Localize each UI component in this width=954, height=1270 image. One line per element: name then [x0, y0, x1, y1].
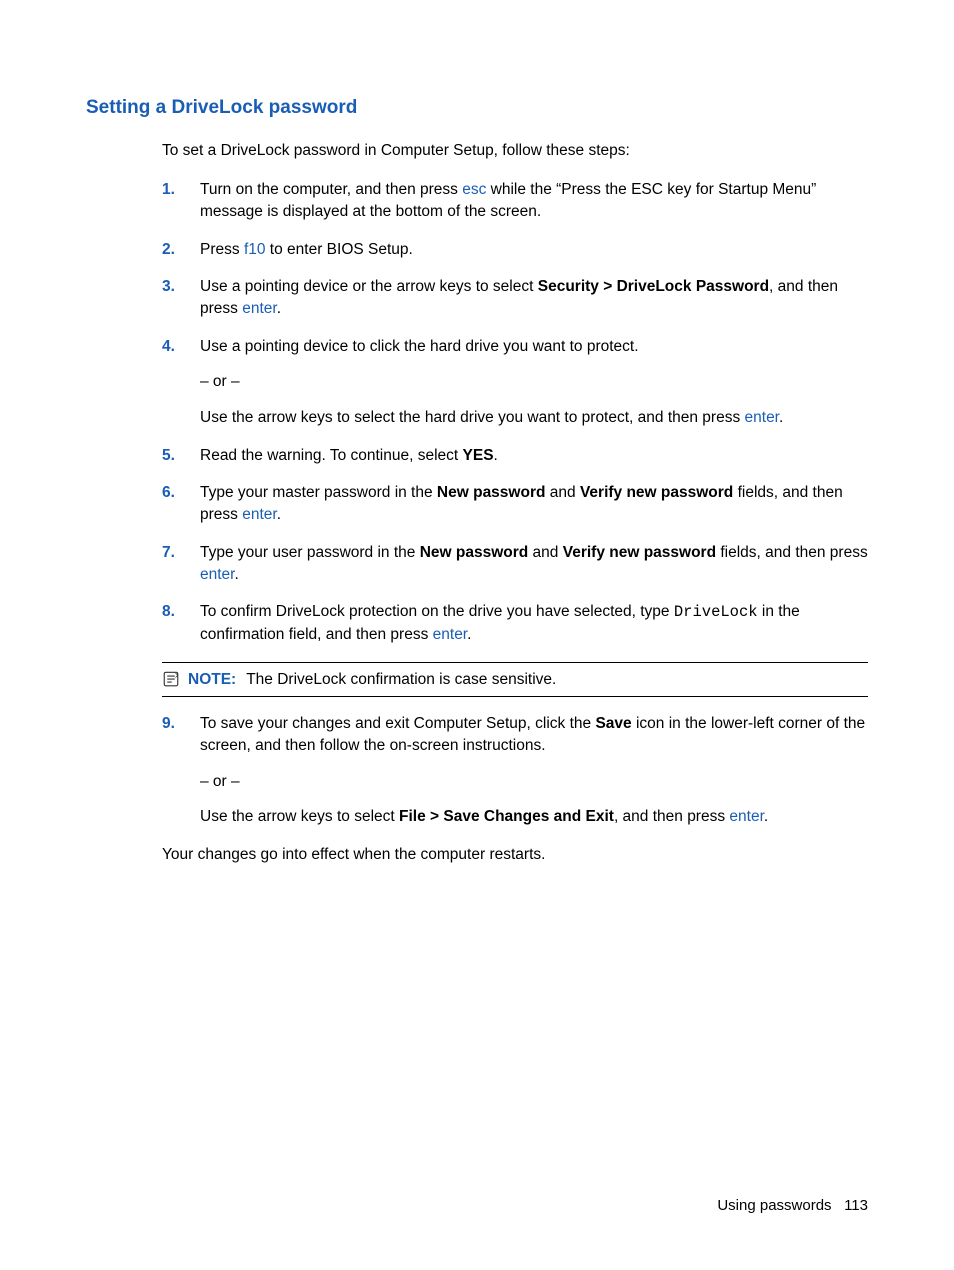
key-enter: enter [729, 808, 763, 825]
footer-section: Using passwords [717, 1197, 831, 1214]
key-enter: enter [242, 300, 276, 317]
step-number: 4. [162, 336, 175, 358]
footer-page-number: 113 [844, 1197, 868, 1214]
step-text: To save your changes and exit Computer S… [200, 713, 868, 756]
closing-paragraph: Your changes go into effect when the com… [162, 844, 868, 866]
steps-list: 1. Turn on the computer, and then press … [162, 179, 868, 645]
step-text: Use a pointing device or the arrow keys … [200, 278, 538, 295]
step-1: 1. Turn on the computer, and then press … [162, 179, 868, 222]
step-text: To confirm DriveLock protection on the d… [200, 603, 674, 620]
step-text: . [277, 300, 281, 317]
note-callout: NOTE: The DriveLock confirmation is case … [162, 662, 868, 698]
section-heading: Setting a DriveLock password [86, 95, 868, 122]
step-number: 9. [162, 713, 175, 735]
step-text: Press [200, 241, 244, 258]
step-number: 5. [162, 445, 175, 467]
or-separator: – or – [200, 771, 868, 793]
step-text: Use the arrow keys to select the hard dr… [200, 409, 745, 426]
key-f10: f10 [244, 241, 266, 258]
step-text: . [277, 506, 281, 523]
step-7: 7. Type your user password in the New pa… [162, 542, 868, 585]
field-name: New password [420, 544, 529, 561]
step-3: 3. Use a pointing device or the arrow ke… [162, 276, 868, 319]
step-text: and [528, 544, 562, 561]
step-8: 8. To confirm DriveLock protection on th… [162, 601, 868, 645]
key-enter: enter [200, 566, 234, 583]
step-text: To save your changes and exit Computer S… [200, 715, 595, 732]
step-text: Type your user password in the [200, 544, 420, 561]
step-5: 5. Read the warning. To continue, select… [162, 445, 868, 467]
step-6: 6. Type your master password in the New … [162, 482, 868, 525]
menu-path: File > Save Changes and Exit [399, 808, 614, 825]
step-number: 2. [162, 239, 175, 261]
note-body: NOTE: The DriveLock confirmation is case … [188, 669, 556, 691]
step-text: . [467, 626, 471, 643]
step-number: 8. [162, 601, 175, 623]
step-number: 6. [162, 482, 175, 504]
key-enter: enter [745, 409, 779, 426]
field-name: Verify new password [563, 544, 716, 561]
note-label: NOTE: [188, 671, 236, 688]
step-2: 2. Press f10 to enter BIOS Setup. [162, 239, 868, 261]
step-text: Use the arrow keys to select the hard dr… [200, 407, 868, 429]
step-text: and [545, 484, 579, 501]
key-enter: enter [433, 626, 467, 643]
step-9: 9. To save your changes and exit Compute… [162, 713, 868, 828]
key-esc: esc [462, 181, 486, 198]
page-footer: Using passwords 113 [717, 1195, 868, 1216]
steps-list-cont: 9. To save your changes and exit Compute… [162, 713, 868, 828]
step-number: 3. [162, 276, 175, 298]
step-text: to enter BIOS Setup. [266, 241, 413, 258]
field-name: Verify new password [580, 484, 733, 501]
step-text: Read the warning. To continue, select [200, 447, 463, 464]
step-text: , and then press [614, 808, 729, 825]
step-text: Use a pointing device to click the hard … [200, 336, 868, 358]
step-number: 1. [162, 179, 175, 201]
icon-name: Save [595, 715, 631, 732]
step-4: 4. Use a pointing device to click the ha… [162, 336, 868, 429]
step-text: . [779, 409, 783, 426]
step-text: . [764, 808, 768, 825]
step-text: Turn on the computer, and then press [200, 181, 462, 198]
step-text: . [234, 566, 238, 583]
field-name: New password [437, 484, 546, 501]
note-text: The DriveLock confirmation is case sensi… [246, 671, 556, 688]
option-yes: YES [463, 447, 494, 464]
step-text: Type your master password in the [200, 484, 437, 501]
step-text: Use the arrow keys to select [200, 808, 399, 825]
or-separator: – or – [200, 371, 868, 393]
intro-paragraph: To set a DriveLock password in Computer … [162, 140, 868, 162]
step-text: . [494, 447, 498, 464]
code-text: DriveLock [674, 603, 758, 621]
step-text: fields, and then press [716, 544, 868, 561]
menu-path: Security > DriveLock Password [538, 278, 769, 295]
key-enter: enter [242, 506, 276, 523]
step-text: Use the arrow keys to select File > Save… [200, 806, 868, 828]
step-number: 7. [162, 542, 175, 564]
note-icon [162, 670, 180, 688]
